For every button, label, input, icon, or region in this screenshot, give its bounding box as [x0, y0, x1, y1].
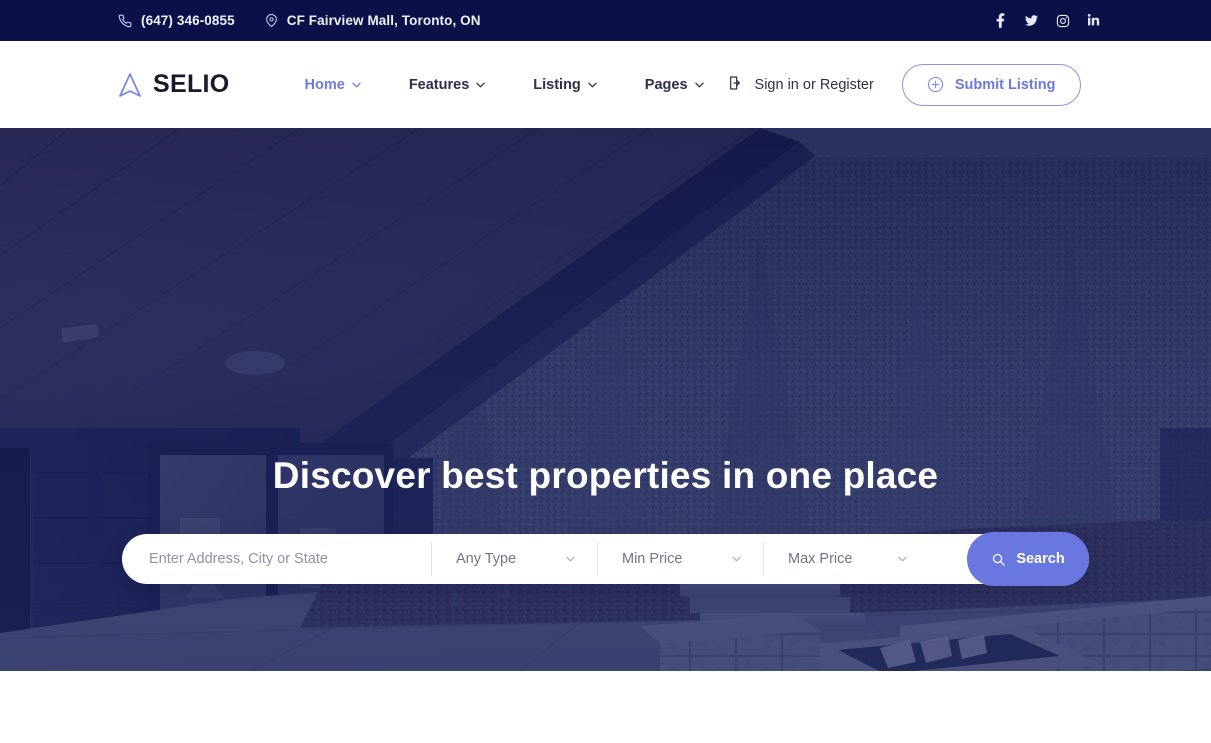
page-body-below-hero [0, 671, 1211, 743]
property-type-select[interactable]: Any Type [432, 534, 597, 584]
brand-name: SELIO [153, 70, 230, 98]
max-price-select[interactable]: Max Price [764, 534, 929, 584]
logo[interactable]: SELIO [118, 70, 230, 99]
nav-label-features: Features [408, 76, 470, 93]
social-links [993, 13, 1101, 28]
chevron-down-icon [476, 82, 485, 87]
top-bar-contact-group: (647) 346-0855 CF Fairview Mall, Toronto… [118, 13, 481, 28]
address-text: CF Fairview Mall, Toronto, ON [286, 13, 481, 28]
submit-listing-button[interactable]: Submit Listing [901, 63, 1081, 106]
search-address-input[interactable] [122, 534, 431, 584]
chevron-down-icon [732, 556, 741, 562]
instagram-icon[interactable] [1055, 13, 1070, 28]
nav-item-home[interactable]: Home [281, 77, 385, 93]
nav-item-features[interactable]: Features [385, 77, 509, 93]
nav-item-listing[interactable]: Listing [509, 77, 621, 93]
max-price-label: Max Price [788, 551, 853, 567]
selio-triangle-logo-icon [118, 72, 142, 98]
chevron-down-icon [588, 82, 597, 87]
phone-icon [118, 14, 132, 28]
top-bar: (647) 346-0855 CF Fairview Mall, Toronto… [0, 0, 1211, 41]
sign-in-label: Sign in or Register [754, 76, 874, 93]
nav-item-pages[interactable]: Pages [621, 77, 728, 93]
submit-listing-label: Submit Listing [954, 76, 1056, 93]
map-pin-icon [265, 13, 278, 28]
chevron-down-icon [898, 556, 907, 562]
linkedin-icon[interactable] [1086, 13, 1101, 28]
hero-content: Discover best properties in one place An… [0, 128, 1211, 671]
property-search-bar: Any Type Min Price Max Price S [122, 532, 1089, 586]
chevron-down-icon [566, 556, 575, 562]
min-price-select[interactable]: Min Price [598, 534, 763, 584]
header-actions: Sign in or Register Submit Listing [728, 63, 1081, 106]
chevron-down-icon [352, 82, 361, 87]
nav-label-pages: Pages [644, 76, 688, 93]
hero-section: Discover best properties in one place An… [0, 128, 1211, 671]
sign-in-register-link[interactable]: Sign in or Register [728, 75, 874, 95]
plus-circle-icon [927, 76, 944, 93]
phone-number: (647) 346-0855 [141, 13, 235, 28]
search-button-label: Search [1016, 551, 1065, 567]
main-navigation: Home Features Listing Pages [281, 77, 728, 93]
min-price-label: Min Price [622, 551, 683, 567]
twitter-icon[interactable] [1024, 13, 1039, 28]
site-header: SELIO Home Features Listing Pages Sign i… [0, 41, 1211, 128]
chevron-down-icon [694, 82, 704, 87]
hero-title: Discover best properties in one place [272, 455, 939, 496]
login-icon [728, 75, 744, 95]
nav-label-listing: Listing [533, 76, 581, 93]
nav-label-home: Home [304, 76, 345, 93]
facebook-icon[interactable] [993, 13, 1008, 28]
address-link[interactable]: CF Fairview Mall, Toronto, ON [265, 13, 481, 28]
search-icon [991, 552, 1006, 567]
phone-link[interactable]: (647) 346-0855 [118, 13, 235, 28]
search-button[interactable]: Search [967, 532, 1089, 586]
property-type-label: Any Type [456, 551, 517, 567]
